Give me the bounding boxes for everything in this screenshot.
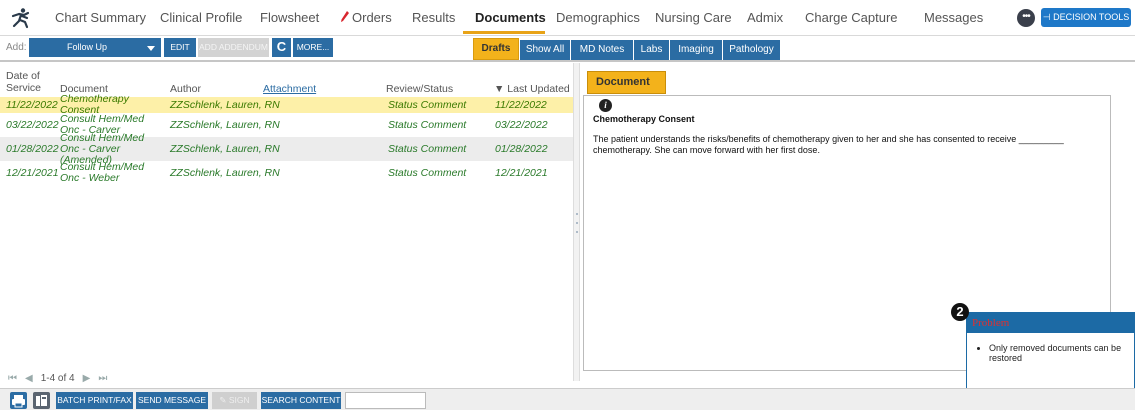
cell-status: Status Comment	[388, 166, 467, 179]
cell-date: 11/22/2022	[6, 98, 58, 111]
cell-updated: 03/22/2022	[495, 118, 548, 131]
toolbar-divider	[0, 60, 1135, 62]
prev-page-icon[interactable]: ◀	[25, 373, 33, 384]
cell-document: Chemotherapy Consent	[60, 93, 129, 116]
nav-tab-flowsheet[interactable]: Flowsheet	[260, 10, 319, 25]
tab-show-all[interactable]: Show All	[520, 40, 570, 60]
tab-imaging[interactable]: Imaging	[670, 40, 722, 60]
table-row[interactable]: 12/21/2021 Consult Hem/Med Onc - Weber Z…	[0, 161, 573, 185]
tab-md-notes[interactable]: MD Notes	[571, 40, 633, 60]
nav-tab-orders-label: Orders	[352, 10, 392, 25]
header-review-status[interactable]: Review/Status	[386, 83, 453, 95]
send-message-button[interactable]: SEND MESSAGE	[136, 392, 208, 409]
problem-list: Only removed documents can be restored	[967, 333, 1134, 363]
cell-author: ZZSchlenk, Lauren, RN	[170, 166, 280, 179]
nav-tab-results[interactable]: Results	[412, 10, 455, 25]
grip-dot	[576, 213, 578, 215]
edit-button[interactable]: EDIT	[164, 38, 196, 57]
pagination: ⏮ ◀ 1-4 of 4 ▶ ⏭	[8, 373, 115, 384]
batch-print-fax-button[interactable]: BATCH PRINT/FAX	[56, 392, 133, 409]
problem-popup: Problem Only removed documents can be re…	[966, 312, 1135, 398]
search-content-button[interactable]: SEARCH CONTENT	[261, 392, 341, 409]
nav-tab-charge-capture[interactable]: Charge Capture	[805, 10, 898, 25]
search-content-input[interactable]	[345, 392, 426, 409]
header-last-updated[interactable]: ▼ Last Updated	[494, 83, 570, 95]
header-date-of-service[interactable]: Date of Service	[6, 70, 41, 94]
more-options-icon[interactable]: •••	[1017, 9, 1035, 27]
cell-document: Consult Hem/Med Onc - Carver (Amended)	[60, 131, 145, 166]
cell-updated: 11/22/2022	[495, 98, 547, 111]
table-row[interactable]: 01/28/2022 Consult Hem/Med Onc - Carver …	[0, 131, 573, 166]
tab-pathology[interactable]: Pathology	[723, 40, 780, 60]
first-page-icon[interactable]: ⏮	[8, 373, 17, 384]
cell-date: 12/21/2021	[6, 166, 59, 179]
panel-splitter-handle[interactable]	[573, 63, 580, 381]
cell-updated: 12/21/2021	[495, 166, 548, 179]
tab-labs[interactable]: Labs	[634, 40, 669, 60]
document-body-text: The patient understands the risks/benefi…	[593, 134, 1064, 155]
header-attachment[interactable]: Attachment	[263, 83, 316, 95]
grip-dot	[576, 222, 578, 224]
print-icon[interactable]	[10, 392, 27, 409]
sign-label: SIGN	[228, 395, 250, 405]
refresh-button[interactable]: C	[272, 38, 291, 57]
add-document-type-select[interactable]: Follow Up	[29, 38, 161, 57]
problem-message: Only removed documents can be restored	[989, 343, 1128, 363]
document-tab[interactable]: Documenti	[587, 71, 666, 112]
cell-status: Status Comment	[388, 142, 467, 155]
cell-updated: 01/28/2022	[495, 142, 548, 155]
add-addendum-button[interactable]: ADD ADDENDUM	[198, 38, 269, 57]
cell-author: ZZSchlenk, Lauren, RN	[170, 142, 280, 155]
add-label: Add:	[6, 42, 27, 53]
cell-document: Consult Hem/Med Onc - Weber	[60, 161, 145, 184]
table-row[interactable]: 11/22/2022 Chemotherapy Consent ZZSchlen…	[0, 93, 573, 116]
cell-date: 01/28/2022	[6, 142, 59, 155]
sign-button[interactable]: ✎ SIGN	[212, 392, 257, 409]
cell-author: ZZSchlenk, Lauren, RN	[170, 118, 280, 131]
pencil-icon	[341, 11, 349, 22]
fax-icon[interactable]	[33, 392, 50, 409]
grip-dot	[576, 231, 578, 233]
step-badge: 2	[951, 303, 969, 321]
header-date-line1: Date of	[6, 70, 40, 82]
more-button[interactable]: MORE...	[293, 38, 333, 57]
active-tab-indicator	[463, 31, 545, 34]
decision-tools-button[interactable]: ⊣ DECISION TOOLS	[1041, 8, 1131, 27]
nav-tab-chart-summary[interactable]: Chart Summary	[55, 10, 146, 25]
nav-tab-clinical-profile[interactable]: Clinical Profile	[160, 10, 242, 25]
header-author[interactable]: Author	[170, 83, 201, 95]
cell-status: Status Comment	[388, 98, 467, 111]
sign-icon: ✎	[219, 395, 229, 405]
nav-tab-admix[interactable]: Admix	[747, 10, 783, 25]
documents-list-panel: Date of Service Document Author Attachme…	[0, 63, 573, 381]
page-count: 1-4 of 4	[40, 373, 75, 384]
document-title: Chemotherapy Consent	[593, 114, 695, 124]
top-navigation: Chart Summary Clinical Profile Flowsheet…	[0, 0, 1135, 36]
add-select-value: Follow Up	[67, 42, 108, 52]
nav-tab-nursing-care[interactable]: Nursing Care	[655, 10, 732, 25]
bottom-action-bar: BATCH PRINT/FAX SEND MESSAGE ✎ SIGN SEAR…	[0, 388, 1135, 410]
cell-author: ZZSchlenk, Lauren, RN	[170, 98, 280, 111]
document-tab-label: Document	[596, 76, 650, 88]
problem-title: Problem	[967, 313, 1134, 333]
tab-drafts[interactable]: Drafts	[473, 38, 519, 60]
header-date-line2: Service	[6, 82, 42, 94]
nav-tab-demographics[interactable]: Demographics	[556, 10, 640, 25]
person-running-logo-icon[interactable]	[10, 7, 32, 29]
nav-tab-messages[interactable]: Messages	[924, 10, 983, 25]
nav-tab-orders[interactable]: Orders	[341, 10, 392, 25]
chevron-down-icon	[147, 46, 155, 51]
cell-status: Status Comment	[388, 118, 467, 131]
cell-date: 03/22/2022	[6, 118, 59, 131]
nav-tab-documents[interactable]: Documents	[475, 10, 546, 25]
next-page-icon[interactable]: ▶	[83, 373, 91, 384]
last-page-icon[interactable]: ⏭	[98, 373, 107, 384]
